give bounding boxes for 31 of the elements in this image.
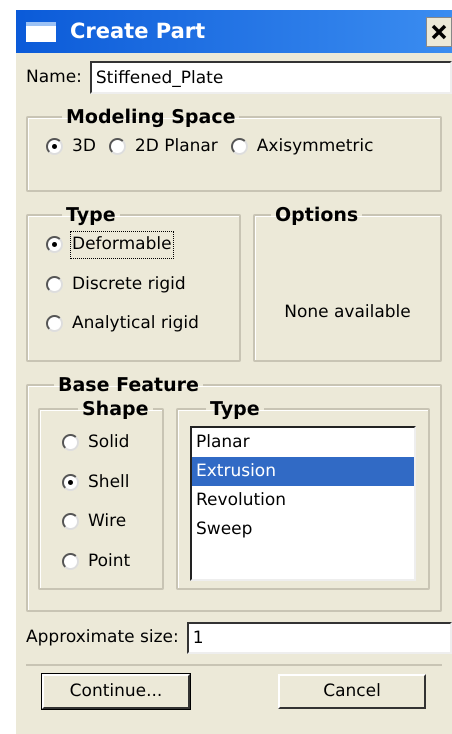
radio-option[interactable]: Wire [62, 509, 162, 534]
options-message: None available [284, 301, 411, 324]
list-item[interactable]: Planar [192, 428, 414, 457]
dialog-button[interactable]: Cancel [278, 674, 426, 709]
radio-option[interactable]: Deformable [46, 232, 239, 258]
radio-option[interactable]: Discrete rigid [46, 272, 239, 297]
list-item[interactable]: Sweep [192, 515, 414, 544]
group-title: Options [274, 204, 360, 226]
group-title: Base Feature [57, 374, 200, 396]
close-button[interactable] [426, 16, 452, 46]
list-item[interactable]: Extrusion [192, 457, 414, 486]
radio-option[interactable]: Axisymmetric [230, 134, 374, 160]
radio-option[interactable]: 3D [46, 134, 97, 160]
radio-option[interactable]: Analytical rigid [46, 311, 239, 336]
field-label: Name: [26, 66, 82, 89]
field-label: Approximate size: [26, 626, 179, 650]
group-title: Type [65, 204, 117, 226]
radio-option[interactable]: Point [62, 548, 162, 574]
radio-option[interactable]: Solid [62, 430, 162, 456]
group-title: Shape [81, 398, 150, 420]
window-title: Create Part [70, 18, 206, 45]
radio-option[interactable]: 2D Planar [108, 134, 219, 160]
close-icon [431, 24, 447, 40]
group-title: Modeling Space [65, 106, 236, 128]
name-field[interactable]: Stiffened_Plate [90, 61, 452, 94]
radio-option[interactable]: Shell [62, 470, 162, 495]
dialog-button[interactable]: Continue... [42, 674, 190, 709]
list-item[interactable]: Revolution [192, 486, 414, 515]
group-title: Type [209, 398, 261, 420]
size-field[interactable]: 1 [186, 622, 452, 654]
window-icon [26, 22, 56, 42]
